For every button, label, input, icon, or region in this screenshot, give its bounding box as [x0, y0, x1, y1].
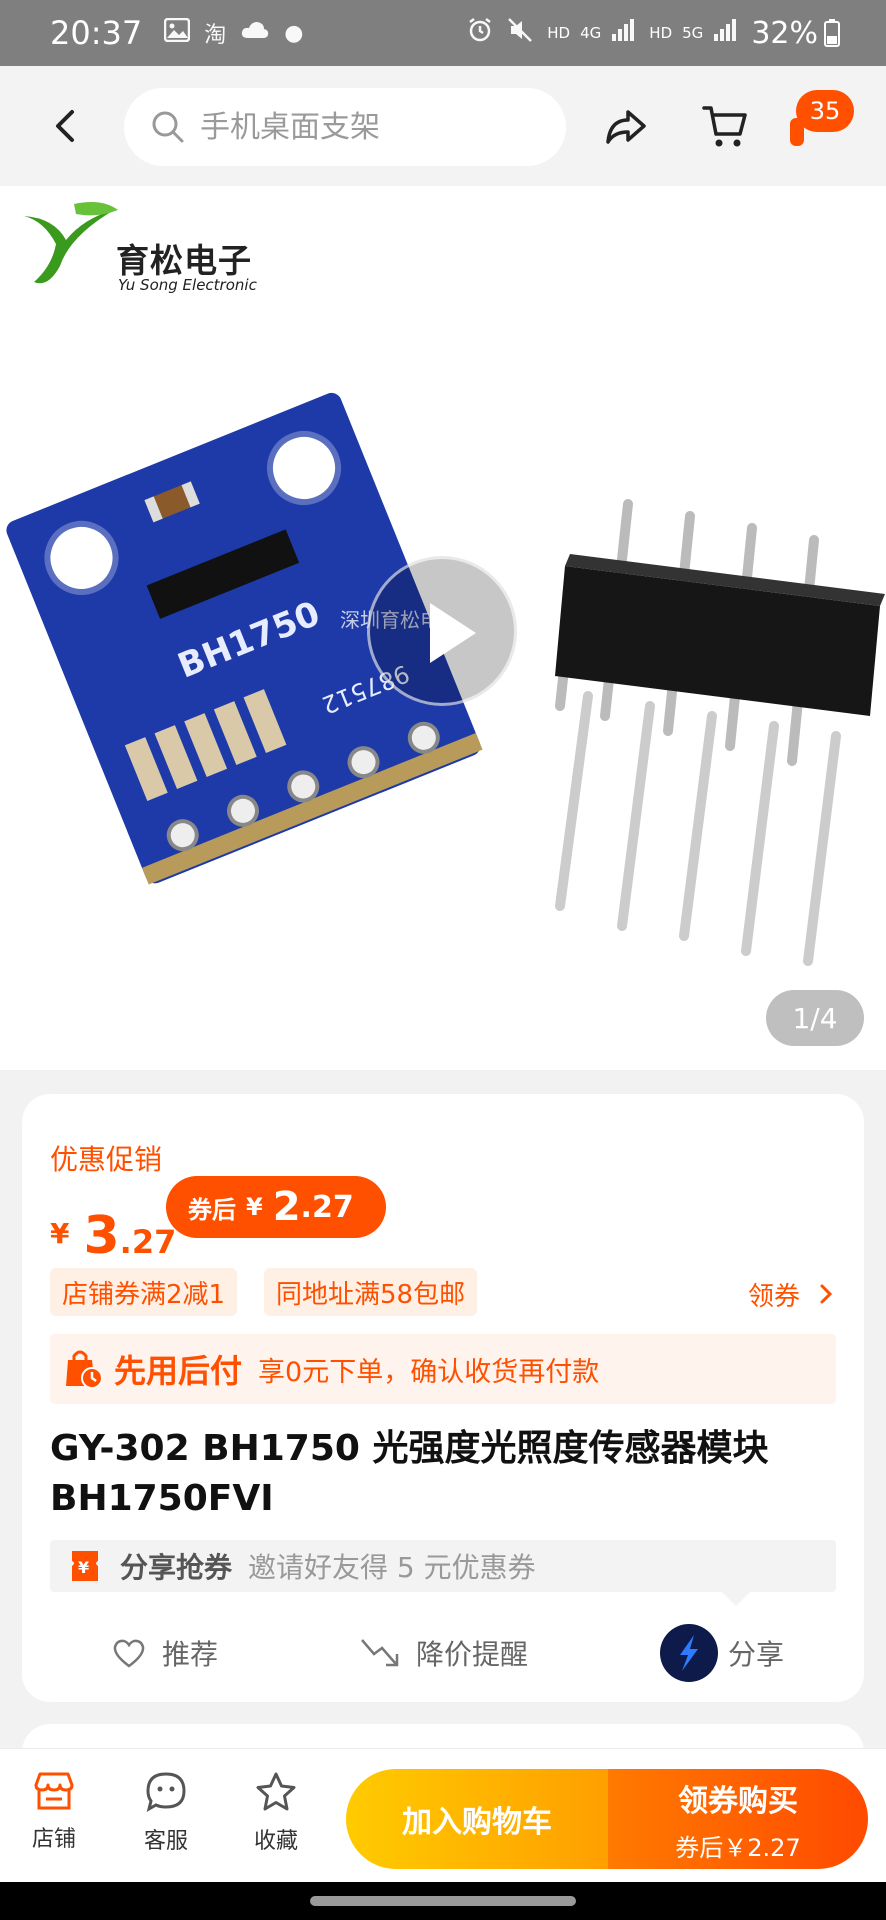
dot-icon: ●	[284, 20, 304, 46]
price-currency: ¥	[50, 1217, 70, 1250]
favorite-button[interactable]: 收藏	[236, 1771, 316, 1855]
avatar	[660, 1624, 718, 1682]
product-info-card: 优惠促销 ¥ 3.27 券后 ¥ 2 .27 店铺券满2减1 同地址满58包邮 …	[22, 1094, 864, 1702]
alarm-icon	[467, 17, 493, 49]
chevron-left-icon	[56, 110, 74, 142]
price-value: 3.27	[83, 1210, 176, 1262]
product-title-line-1: GY-302 BH1750 光强度光照度传感器模块	[50, 1428, 769, 1469]
after-coupon-label: 券后	[188, 1195, 236, 1224]
after-coupon-dec: .27	[300, 1189, 354, 1225]
status-bar: 20:37 淘 ● HD 4G HD 5G 32%	[0, 0, 886, 66]
signal-icon	[611, 18, 635, 48]
product-image-gallery[interactable]: 育松电子 Yu Song Electronic BH1750 987512 深圳…	[0, 186, 886, 1070]
product-title: GY-302 BH1750 光强度光照度传感器模块 BH1750FVI	[50, 1424, 840, 1524]
pay-later-banner[interactable]: 先用后付 享0元下单，确认收货再付款	[50, 1334, 836, 1404]
signal-icon-2	[713, 18, 737, 48]
hd-label-1: HD	[547, 24, 571, 42]
promo-label: 优惠促销	[50, 1143, 163, 1176]
share-coupon-bar[interactable]: ¥ 分享抢券 邀请好友得 5 元优惠券	[50, 1540, 836, 1592]
coupon-buy-label: 领券购买	[678, 1783, 798, 1819]
share-icon	[606, 110, 646, 144]
price-alert-button[interactable]: 降价提醒	[360, 1618, 528, 1688]
favorite-label: 收藏	[253, 1829, 298, 1854]
network-4g-label: 4G	[580, 24, 602, 42]
share-button[interactable]	[604, 104, 648, 148]
price-dec: .27	[119, 1223, 177, 1261]
store-icon	[34, 1772, 74, 1810]
free-shipping-chip[interactable]: 同地址满58包邮	[264, 1268, 478, 1316]
recommend-button[interactable]: 推荐	[112, 1618, 218, 1688]
get-coupon-label: 领券	[748, 1282, 801, 1312]
pay-later-desc: 享0元下单，确认收货再付款	[258, 1356, 600, 1388]
price-alert-label: 降价提醒	[416, 1638, 529, 1671]
message-count-badge[interactable]: 35	[796, 90, 854, 132]
customer-service-label: 客服	[143, 1829, 188, 1854]
recommend-label: 推荐	[162, 1638, 219, 1671]
share-label: 分享	[728, 1638, 785, 1671]
trend-down-icon	[360, 1636, 400, 1670]
after-coupon-price-pill: 券后 ¥ 2 .27	[166, 1176, 386, 1238]
cloud-icon	[240, 20, 270, 46]
coupon-ticket-icon: ¥	[72, 1551, 98, 1581]
search-icon	[152, 111, 184, 143]
battery-percent: 32%	[751, 15, 818, 51]
store-label: 店铺	[31, 1827, 76, 1852]
image-page-indicator: 1/4	[766, 990, 864, 1046]
search-input[interactable]	[200, 109, 540, 145]
star-icon	[256, 1772, 296, 1811]
heart-icon	[112, 1638, 146, 1668]
customer-service-button[interactable]: 客服	[126, 1771, 206, 1855]
search-box[interactable]	[124, 88, 566, 166]
bottom-action-bar: 店铺 客服 收藏 加入购物车 领券购买 券后￥2.27	[0, 1748, 886, 1882]
battery-icon	[824, 19, 840, 47]
coupon-buy-sub: 券后￥2.27	[675, 1833, 801, 1862]
get-coupon-link[interactable]: 领券	[748, 1276, 836, 1313]
share-coupon-title: 分享抢券	[120, 1551, 233, 1584]
add-to-cart-button[interactable]: 加入购物车	[346, 1769, 608, 1869]
store-coupon-chip[interactable]: 店铺券满2减1	[50, 1268, 238, 1316]
home-indicator[interactable]	[310, 1896, 576, 1906]
taobao-app-icon: 淘	[204, 23, 227, 48]
back-button[interactable]	[46, 106, 86, 146]
gallery-icon	[163, 17, 191, 48]
status-time: 20:37	[50, 14, 143, 52]
pay-later-title: 先用后付	[114, 1352, 243, 1390]
chevron-right-icon	[820, 1284, 833, 1304]
share-product-button[interactable]: 分享	[660, 1618, 784, 1688]
price-int: 3	[83, 1206, 120, 1266]
cart-icon	[702, 106, 747, 147]
chat-face-icon	[146, 1772, 186, 1813]
product-title-line-2: BH1750FVI	[50, 1478, 274, 1519]
mute-icon	[507, 17, 533, 49]
network-5g-label: 5G	[682, 24, 704, 42]
after-coupon-currency: ¥	[246, 1193, 263, 1221]
tooltip-arrow	[722, 1592, 750, 1606]
coupon-buy-button[interactable]: 领券购买 券后￥2.27	[608, 1769, 868, 1869]
top-nav: 35	[0, 66, 886, 186]
store-button[interactable]: 店铺	[14, 1771, 94, 1853]
svg-text:¥: ¥	[78, 1558, 89, 1577]
shopping-bag-icon	[66, 1350, 103, 1389]
video-play-button[interactable]	[367, 556, 517, 706]
after-coupon-int: 2	[272, 1184, 301, 1230]
hd-label-2: HD	[649, 24, 673, 42]
cart-button[interactable]	[702, 102, 748, 150]
price: ¥ 3.27	[50, 1192, 176, 1262]
share-coupon-desc: 邀请好友得 5 元优惠券	[248, 1551, 536, 1584]
